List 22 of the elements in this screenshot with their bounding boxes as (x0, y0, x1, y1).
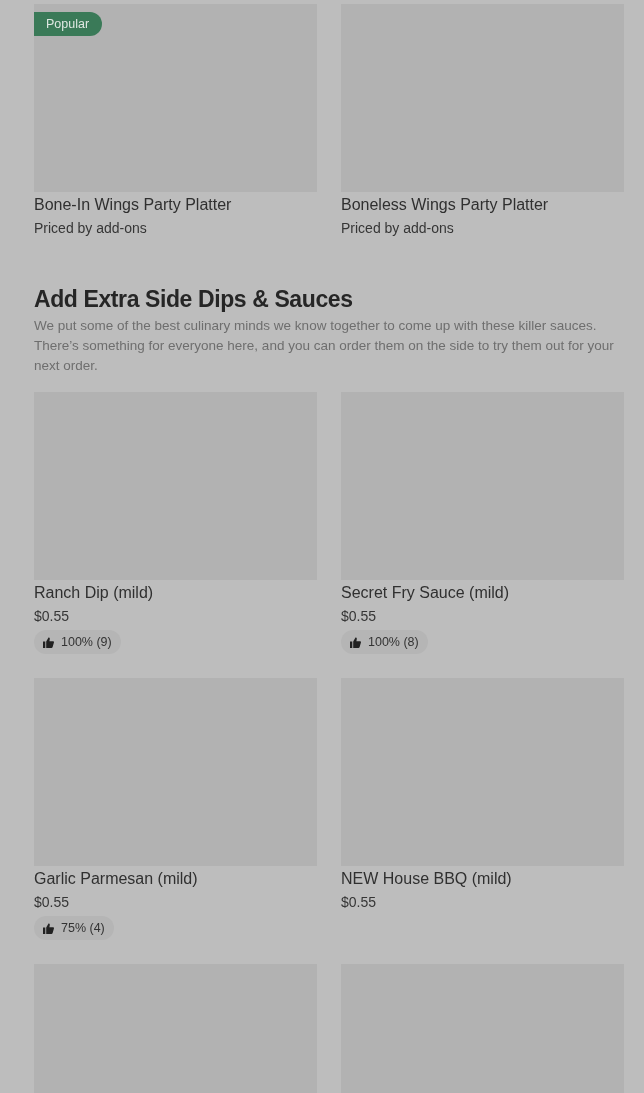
section-description: We put some of the best culinary minds we know together to come up with these killer sauces. There’s something for everyone here, and you can order them on the side to try them out for your next order. (34, 317, 615, 375)
rating-text: 75% (4) (61, 921, 105, 935)
item-price: $0.55 (341, 607, 378, 626)
item-price: Priced by add-ons (341, 219, 455, 238)
thumbs-up-icon (350, 636, 361, 648)
thumbs-up-icon (43, 922, 54, 934)
item-price: Priced by add-ons (34, 219, 148, 238)
item-name: Ranch Dip (mild) (34, 583, 155, 603)
item-name: Boneless Wings Party Platter (341, 195, 550, 215)
item-price: $0.55 (341, 893, 378, 912)
item-price: $0.55 (34, 607, 71, 626)
thumbs-up-icon (43, 636, 54, 648)
item-price: $0.55 (34, 893, 71, 912)
image-placeholder[interactable]: Popular (34, 4, 317, 192)
item-name: NEW House BBQ (mild) (341, 869, 513, 889)
section-heading: Add Extra Side Dips & Sauces (34, 285, 354, 314)
item-name: Garlic Parmesan (mild) (34, 869, 199, 889)
rating-text: 100% (8) (368, 635, 419, 649)
rating-text: 100% (9) (61, 635, 112, 649)
item-name: Bone-In Wings Party Platter (34, 195, 233, 215)
item-name: Secret Fry Sauce (mild) (341, 583, 511, 603)
popular-badge: Popular (34, 12, 103, 36)
